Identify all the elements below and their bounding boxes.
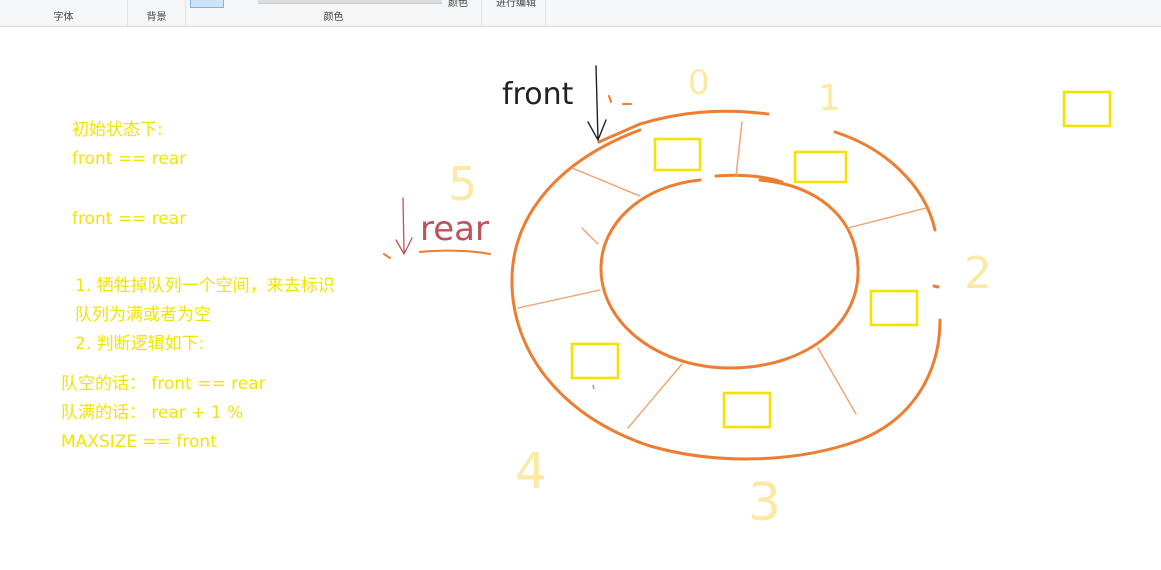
ribbon-group-color-label: 颜色: [323, 12, 344, 23]
front-tick-marks: [608, 95, 632, 105]
slot-box-extra: [1062, 90, 1112, 128]
index-1: 1: [818, 78, 841, 119]
front-label: front: [502, 77, 574, 112]
color-palette-strip[interactable]: [258, 0, 442, 4]
edit-colors-partial[interactable]: 颜色: [448, 0, 468, 9]
slot-box-3: [722, 391, 772, 429]
rear-tick: [383, 253, 391, 259]
ribbon-group-font-label: 字体: [53, 12, 74, 23]
index-4: 4: [515, 442, 547, 500]
inner-ring: [599, 178, 860, 370]
slot-box-0: [653, 137, 702, 172]
spoke-4: [517, 289, 601, 309]
rear-underline: [419, 249, 491, 255]
edit-with-paint3d-partial[interactable]: 进行编辑: [496, 0, 536, 9]
index-0: 0: [688, 63, 710, 103]
ribbon-group-background: 背景: [128, 0, 186, 26]
color1-button[interactable]: [190, 0, 224, 8]
index-3: 3: [748, 473, 781, 533]
slot-box-2: [869, 289, 919, 327]
small-mark: [592, 384, 595, 390]
outer-ring-bottom-arc: [648, 318, 942, 461]
spoke-7: [581, 227, 599, 245]
spoke-2: [735, 121, 743, 177]
ribbon-toolbar: 字体 背景 颜色 颜色 进行编辑: [0, 0, 1161, 27]
ribbon-group-background-label: 背景: [146, 12, 167, 23]
spoke-6: [627, 363, 683, 429]
slot-box-1: [793, 150, 848, 184]
slot-box-4: [570, 342, 620, 380]
index-2: 2: [964, 248, 992, 299]
drawing-canvas[interactable]: 初始状态下: front == rear front == rear 1. 牺牲…: [0, 27, 1161, 570]
front-arrow: [587, 65, 607, 142]
outer-ring-left-arc: [510, 128, 652, 448]
spoke-3: [847, 207, 927, 229]
spoke-5: [817, 347, 857, 415]
rear-label: rear: [420, 209, 489, 249]
outer-ring-small-dash: [932, 284, 940, 289]
outer-ring-top-arc: [638, 109, 770, 126]
spoke-1: [571, 167, 641, 197]
outer-ring-right-arc: [833, 130, 937, 232]
circular-queue-drawing: 0 1 2 3 4 5 front rear: [383, 63, 1112, 533]
index-5: 5: [448, 157, 477, 211]
ribbon-group-font: 字体: [0, 0, 128, 26]
rear-arrow: [395, 197, 413, 256]
